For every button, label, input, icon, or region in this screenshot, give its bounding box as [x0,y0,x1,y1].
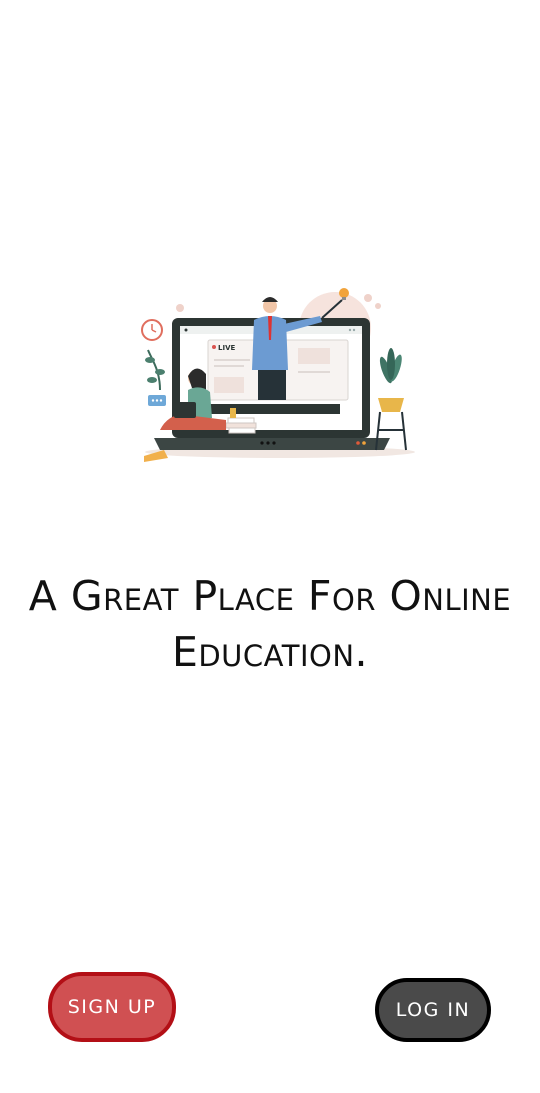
sign-up-button[interactable]: SIGN UP [48,972,176,1042]
headline-line-2: Education. [171,628,369,676]
chat-bubble-icon [148,395,166,406]
plant-icon [375,348,407,451]
live-badge: LIVE [218,344,235,352]
headline-line-1: A Great Place For Online [28,572,512,620]
illustration-svg: LIVE [141,288,415,462]
page-title: A Great Place For Online Education. [0,568,540,680]
log-in-button-label: LOG IN [395,999,471,1021]
clock-icon [141,319,163,341]
online-class-illustration: LIVE [130,280,420,480]
sign-up-button-label: SIGN UP [67,996,157,1018]
log-in-button[interactable]: LOG IN [375,978,491,1042]
